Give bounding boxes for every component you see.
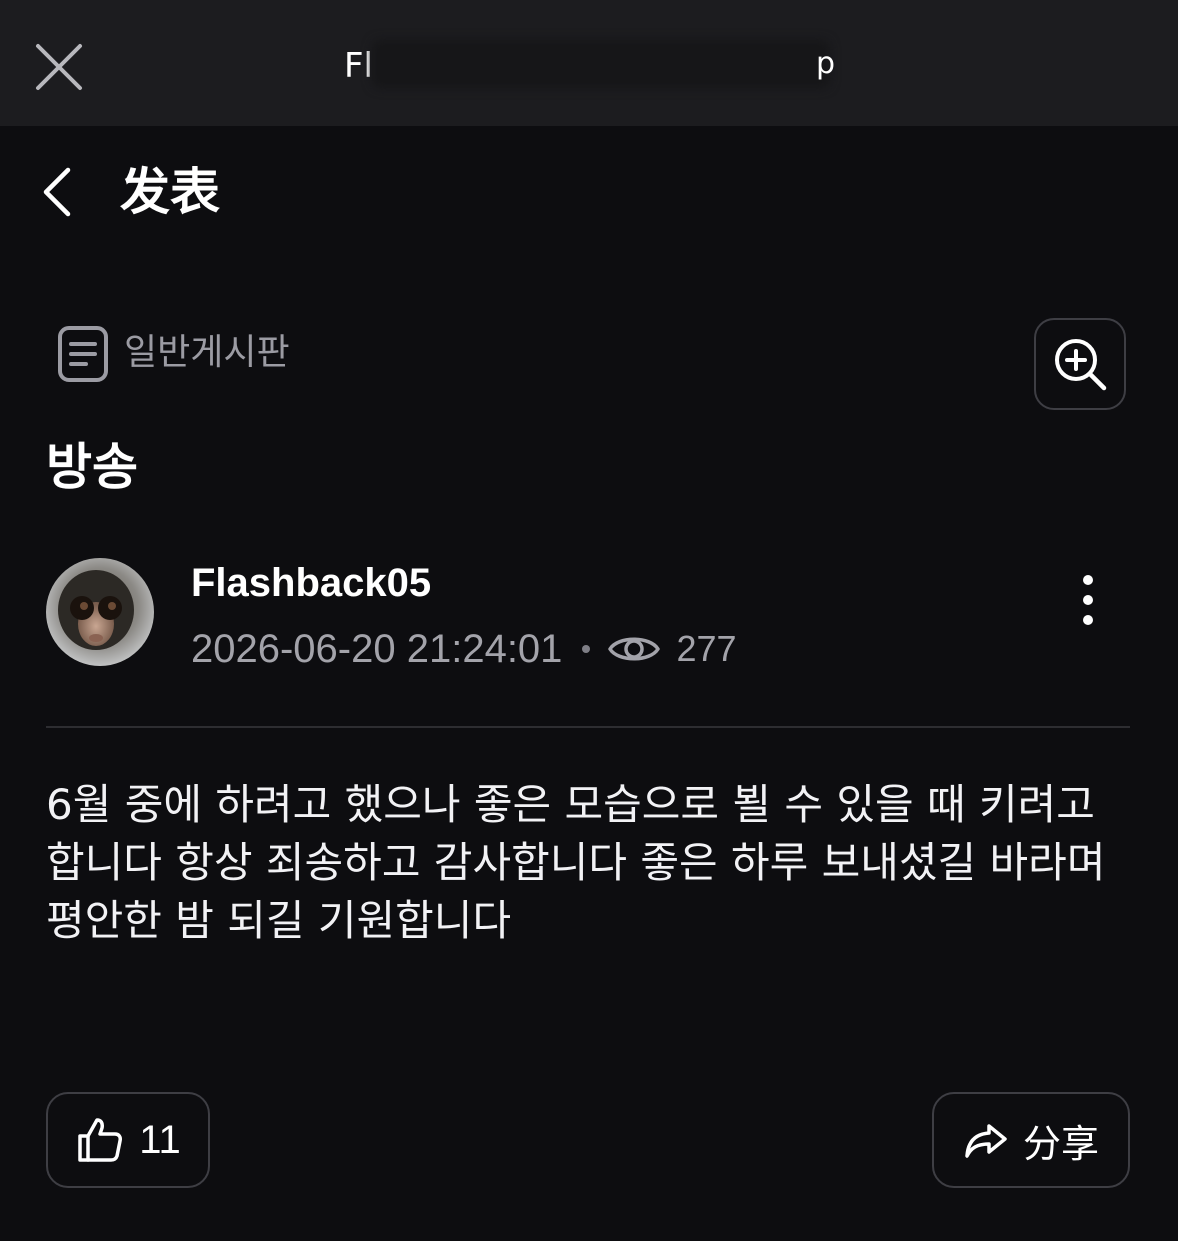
post-title: 방송 — [46, 438, 138, 496]
top-bar: Fl p — [0, 0, 1178, 126]
window-title: Fl — [344, 46, 374, 86]
meta-separator — [582, 645, 591, 653]
more-options-button[interactable] — [1066, 572, 1110, 632]
back-button[interactable] — [30, 160, 90, 224]
post-body: 6월 중에 하려고 했으나 좋은 모습으로 뵐 수 있을 때 키려고 합니다 항… — [46, 780, 1106, 945]
window-title-tail: p — [816, 46, 836, 81]
like-count: 11 — [139, 1117, 181, 1162]
post-timestamp: 2026-06-20 21:24:01 — [191, 626, 563, 671]
like-button[interactable]: 11 — [46, 1092, 210, 1188]
board-name[interactable]: 일반게시판 — [124, 330, 290, 376]
page-title: 发表 — [120, 163, 220, 221]
post-meta: 2026-06-20 21:24:01 277 — [191, 624, 737, 674]
author-name[interactable]: Flashback05 — [191, 558, 431, 608]
eye-icon — [608, 637, 661, 661]
share-label: 分享 — [1022, 1121, 1099, 1166]
title-redaction — [372, 40, 830, 88]
chevron-left-icon — [43, 167, 71, 217]
avatar[interactable] — [46, 558, 154, 666]
zoom-in-button[interactable] — [1034, 318, 1126, 410]
close-button[interactable] — [30, 38, 88, 96]
divider — [46, 726, 1130, 728]
share-arrow-icon — [965, 1124, 1007, 1158]
share-button[interactable]: 分享 — [932, 1092, 1130, 1188]
zoom-in-icon — [1055, 339, 1107, 391]
document-icon — [56, 324, 112, 384]
view-count: 277 — [676, 628, 737, 669]
thumbs-up-icon — [78, 1118, 123, 1162]
more-vertical-icon — [1083, 575, 1093, 625]
close-icon — [36, 44, 82, 90]
